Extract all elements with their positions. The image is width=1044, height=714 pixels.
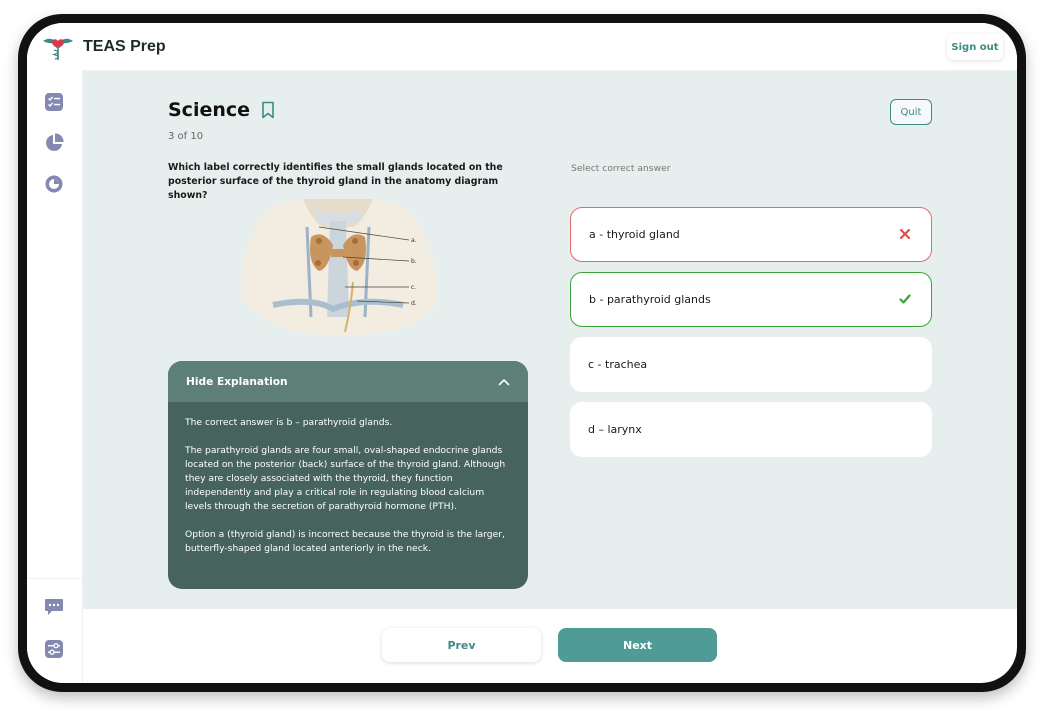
settings-sliders-icon[interactable] [44,639,64,659]
pie-chart-icon[interactable] [44,133,64,153]
sidebar [27,70,83,683]
answer-label: b - parathyroid glands [589,293,711,306]
app-screen: TEAS Prep Sign out Science 3 of 10 Quit … [27,23,1017,683]
cross-icon [899,228,911,240]
chat-icon[interactable] [44,597,64,617]
answer-label: c - trachea [588,358,648,371]
explanation-paragraph: The correct answer is b – parathyroid gl… [185,417,393,428]
top-bar: TEAS Prep Sign out [27,23,1017,71]
answer-option-c[interactable]: c - trachea [570,337,932,392]
answer-option-a[interactable]: a - thyroid gland [570,207,932,262]
next-button[interactable]: Next [558,628,717,662]
diagram-label-b: b. [411,258,417,265]
answer-label: a - thyroid gland [589,228,680,241]
checkmark-icon [899,294,911,304]
answer-label: d – larynx [588,423,642,436]
explanation-toggle[interactable]: Hide Explanation [168,361,528,402]
bookmark-icon[interactable] [260,101,276,119]
prev-button[interactable]: Prev [382,628,541,662]
brand-name: TEAS Prep [83,38,166,55]
quit-button[interactable]: Quit [890,99,932,125]
brand[interactable]: TEAS Prep [41,33,166,61]
thyroid-anatomy-diagram: a. b. c. d. [240,199,438,337]
explanation-body: The correct answer is b – parathyroid gl… [168,402,528,556]
title-row: Science [168,99,276,121]
explanation-toggle-label: Hide Explanation [186,375,288,388]
progress-ring-icon[interactable] [44,174,64,194]
answer-option-d[interactable]: d – larynx [570,402,932,457]
answer-option-b[interactable]: b - parathyroid glands [570,272,932,327]
sign-out-button[interactable]: Sign out [947,34,1003,60]
diagram-label-c: c. [411,284,416,291]
checklist-icon[interactable] [44,92,64,112]
explanation-paragraph: The parathyroid glands are four small, o… [185,445,506,512]
chevron-up-icon [498,378,510,385]
caduceus-heart-logo-icon [43,38,73,60]
question-progress: 3 of 10 [168,131,204,142]
tablet-frame: TEAS Prep Sign out Science 3 of 10 Quit … [18,14,1026,692]
sidebar-divider [27,578,82,579]
quiz-content: Science 3 of 10 Quit Which label correct… [83,71,1017,609]
diagram-label-d: d. [411,300,417,307]
explanation-paragraph: Option a (thyroid gland) is incorrect be… [185,529,505,554]
page-title: Science [168,99,251,121]
select-answer-label: Select correct answer [571,163,671,174]
diagram-label-a: a. [411,237,417,244]
explanation-panel: Hide Explanation The correct answer is b… [168,361,528,589]
